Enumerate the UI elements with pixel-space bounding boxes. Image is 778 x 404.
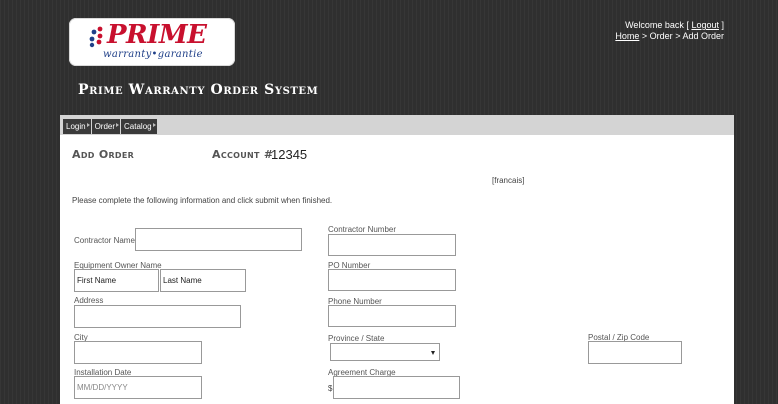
nav-item-order[interactable]: Order	[91, 119, 121, 134]
nav-item-login[interactable]: Login	[63, 119, 91, 134]
chevron-down-icon	[431, 351, 435, 355]
nav-bar: Login Order Catalog	[60, 115, 734, 135]
breadcrumb-order: Order	[649, 31, 673, 41]
breadcrumb-separator: >	[675, 31, 681, 41]
logo-dots-icon	[89, 26, 103, 48]
address-input[interactable]	[74, 305, 241, 328]
welcome-suffix: ]	[721, 20, 724, 30]
account-number: 12345	[271, 147, 308, 162]
breadcrumb-home-link[interactable]: Home	[615, 31, 639, 41]
language-link[interactable]: [francais]	[492, 176, 524, 185]
system-title: Prime Warranty Order System	[78, 82, 319, 98]
province-label: Province / State	[328, 334, 385, 343]
phone-number-input[interactable]	[328, 305, 456, 327]
page-title: Add Order	[72, 148, 135, 161]
nav-arrow-icon	[116, 123, 120, 127]
instructions-text: Please complete the following informatio…	[72, 196, 333, 205]
welcome-message: Welcome back [ Logout ]	[625, 19, 724, 31]
prime-logo[interactable]: PRIME warranty•garantie	[69, 18, 235, 66]
nav-arrow-icon	[86, 123, 90, 127]
agreement-charge-input[interactable]	[333, 376, 460, 399]
contractor-number-input[interactable]	[328, 234, 456, 256]
contractor-name-input[interactable]	[135, 228, 302, 251]
province-select[interactable]	[330, 343, 440, 361]
first-name-input[interactable]	[74, 269, 159, 292]
logout-link[interactable]: Logout	[691, 20, 719, 30]
breadcrumb-separator: >	[641, 31, 648, 41]
welcome-prefix: Welcome back [	[625, 20, 689, 30]
last-name-input[interactable]	[160, 269, 246, 292]
breadcrumb: Home > Order > Add Order	[615, 31, 724, 41]
city-input[interactable]	[74, 341, 202, 364]
installation-date-input[interactable]	[74, 376, 202, 399]
nav-item-label: Login	[66, 122, 86, 131]
account-label: Account #	[212, 148, 274, 161]
po-number-input[interactable]	[328, 269, 456, 291]
address-label: Address	[74, 296, 104, 305]
currency-symbol: $	[328, 384, 333, 393]
nav-item-label: Order	[94, 122, 116, 131]
logo-tagline: warranty•garantie	[103, 49, 203, 60]
postal-code-input[interactable]	[588, 341, 682, 364]
nav-item-catalog[interactable]: Catalog	[121, 119, 157, 134]
contractor-name-label: Contractor Name	[74, 236, 135, 245]
contractor-number-label: Contractor Number	[328, 225, 397, 234]
nav-arrow-icon	[152, 123, 156, 127]
breadcrumb-current: Add Order	[682, 31, 724, 41]
logo-wordmark: PRIME	[107, 20, 207, 50]
main-panel: Login Order Catalog Add Order Account # …	[60, 115, 734, 404]
nav-item-label: Catalog	[124, 122, 152, 131]
